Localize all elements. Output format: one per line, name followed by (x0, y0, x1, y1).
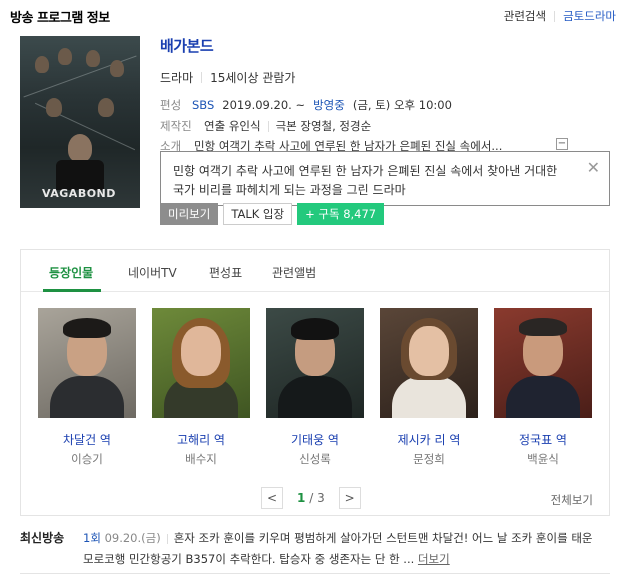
schedule-row: 편성 SBS 2019.09.20. ~ 방영중 (금, 토) 오후 10:00 (160, 97, 452, 113)
total-pages: 3 (317, 491, 325, 505)
poster-figure-body (56, 160, 104, 190)
tab-cast[interactable]: 등장인물 (49, 264, 93, 281)
fri-sat-drama-link[interactable]: 금토드라마 (563, 8, 616, 24)
header-links: 관련검색 금토드라마 (504, 8, 616, 24)
divider (166, 533, 168, 544)
director[interactable]: 연출 유인식 (204, 118, 261, 134)
cast-role[interactable]: 제시카 리 역 (380, 431, 478, 448)
subscribe-button[interactable]: + 구독 8,477 (297, 203, 385, 225)
age-rating: 15세이상 관람가 (210, 71, 296, 85)
intro-full: 민항 여객기 추락 사고에 연루된 한 남자가 은폐된 진실 속에서 찾아낸 거… (173, 164, 558, 197)
cast-actor[interactable]: 문정희 (380, 451, 478, 467)
writer[interactable]: 극본 장영철, 정경순 (276, 118, 372, 134)
tab-navertv[interactable]: 네이버TV (128, 264, 177, 281)
air-time: (금, 토) 오후 10:00 (352, 98, 452, 112)
cast-role[interactable]: 정국표 역 (494, 431, 592, 448)
current-page: 1 (297, 491, 306, 505)
cast-role[interactable]: 고해리 역 (152, 431, 250, 448)
poster-figure (58, 48, 72, 65)
cast-role[interactable]: 차달건 역 (38, 431, 136, 448)
channel-link[interactable]: SBS (192, 98, 214, 112)
cast-photo[interactable] (266, 308, 364, 418)
divider (201, 72, 203, 83)
collapse-icon[interactable]: − (556, 138, 568, 150)
related-search-link[interactable]: 관련검색 (504, 8, 546, 24)
cast-photo[interactable] (380, 308, 478, 418)
page-separator: / (309, 491, 314, 505)
action-buttons: 미리보기 TALK 입장 + 구독 8,477 (160, 203, 389, 225)
section-title: 방송 프로그램 정보 (10, 11, 110, 26)
intro-popup: 민항 여객기 추락 사고에 연루된 한 남자가 은폐된 진실 속에서 찾아낸 거… (160, 151, 610, 206)
program-poster[interactable]: VAGABOND (20, 36, 140, 208)
tab-albums[interactable]: 관련앨범 (272, 264, 316, 281)
cast-photo[interactable] (38, 308, 136, 418)
poster-figure (110, 60, 124, 77)
preview-button[interactable]: 미리보기 (160, 203, 219, 225)
broadcast-status[interactable]: 방영중 (313, 97, 345, 113)
episode-number[interactable]: 1회 (83, 531, 101, 545)
divider (267, 120, 269, 132)
divider (554, 10, 556, 22)
poster-figure (46, 98, 62, 117)
cast-role[interactable]: 기태웅 역 (266, 431, 364, 448)
close-icon[interactable]: ✕ (587, 158, 600, 177)
cast-panel: 등장인물 네이버TV 편성표 관련앨범 차달건 역 이승기 고해리 역 배수지 … (20, 249, 610, 516)
poster-logo: VAGABOND (42, 187, 116, 200)
talk-button[interactable]: TALK 입장 (223, 203, 293, 225)
cast-card[interactable]: 제시카 리 역 문정희 (380, 308, 478, 467)
air-date: 2019.09.20. ~ (222, 98, 306, 112)
production-row: 제작진 연출 유인식 극본 장영철, 정경순 (160, 118, 371, 134)
genre-rating: 드라마 15세이상 관람가 (160, 69, 295, 86)
page-indicator: 1 / 3 (297, 491, 325, 505)
next-page-button[interactable]: > (338, 487, 361, 509)
view-all-link[interactable]: 전체보기 (551, 492, 593, 508)
prev-page-button[interactable]: < (261, 487, 283, 509)
episode-date: 09.20.(금) (104, 531, 161, 545)
tab-bar: 등장인물 네이버TV 편성표 관련앨범 (21, 250, 609, 292)
cast-photo[interactable] (152, 308, 250, 418)
poster-figure (86, 50, 100, 67)
divider (20, 573, 610, 574)
cast-actor[interactable]: 배수지 (152, 451, 250, 467)
cast-actor[interactable]: 백윤식 (494, 451, 592, 467)
schedule-label: 편성 (160, 98, 182, 112)
pagination: < 1 / 3 > (261, 487, 361, 509)
program-title[interactable]: 배가본드 (160, 35, 214, 56)
cast-actor[interactable]: 이승기 (38, 451, 136, 467)
genre: 드라마 (160, 71, 194, 85)
poster-figure (98, 98, 114, 117)
cast-actor[interactable]: 신성록 (266, 451, 364, 467)
recent-broadcast-label: 최신방송 (20, 531, 65, 545)
tab-schedule[interactable]: 편성표 (209, 264, 242, 281)
cast-card[interactable]: 기태웅 역 신성록 (266, 308, 364, 467)
production-label: 제작진 (160, 119, 192, 133)
cast-card[interactable]: 차달건 역 이승기 (38, 308, 136, 467)
cast-card[interactable]: 고해리 역 배수지 (152, 308, 250, 467)
poster-figure (68, 134, 92, 162)
active-tab-indicator (43, 289, 101, 292)
poster-figure (35, 56, 49, 73)
more-link[interactable]: 더보기 (418, 552, 450, 566)
recent-broadcast: 1회 09.20.(금) 혼자 조카 훈이를 키우며 평범하게 살아가던 스턴트맨… (83, 528, 603, 570)
cast-photo[interactable] (494, 308, 592, 418)
cast-card[interactable]: 정국표 역 백윤식 (494, 308, 592, 467)
